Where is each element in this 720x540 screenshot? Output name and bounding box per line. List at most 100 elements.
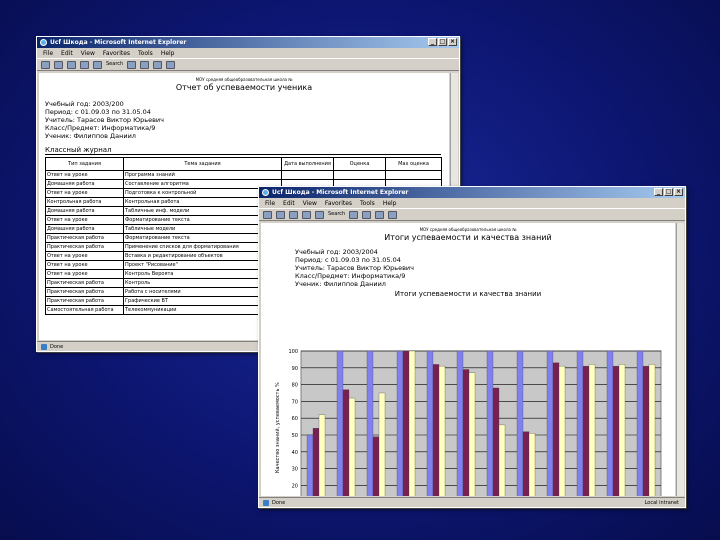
- info-teacher: Учитель: Тарасов Виктор Юрьевич: [295, 264, 414, 272]
- bar: [432, 364, 440, 496]
- col-header-max: Max оценка: [385, 157, 442, 171]
- search-button[interactable]: Search: [106, 61, 123, 69]
- info-year: Учебный год: 2003/2004: [295, 248, 378, 256]
- bar: [372, 436, 380, 496]
- menu-help[interactable]: Help: [161, 50, 175, 57]
- bar: [486, 350, 494, 496]
- col-header-grade: Оценка: [333, 157, 386, 171]
- menu-view[interactable]: View: [81, 50, 95, 57]
- bar: [492, 387, 500, 496]
- maximize-button[interactable]: □: [438, 38, 447, 46]
- favorites-icon[interactable]: [127, 60, 137, 69]
- bar: [408, 350, 416, 496]
- y-tick-label: 40: [292, 450, 298, 456]
- home-icon[interactable]: [93, 60, 102, 69]
- print-icon[interactable]: [388, 210, 398, 219]
- bar: [606, 350, 614, 496]
- table-cell: Ответ на уроке: [45, 188, 124, 198]
- menu-help[interactable]: Help: [383, 200, 397, 207]
- table-row: Ответ на уроке Программа знаний: [45, 170, 442, 180]
- info-year: Учебный год: 2003/200: [45, 100, 124, 108]
- stop-icon[interactable]: [289, 210, 298, 219]
- bar: [618, 364, 626, 496]
- table-cell: Ответ на уроке: [45, 215, 124, 225]
- menu-edit[interactable]: Edit: [283, 200, 295, 207]
- bar: [342, 389, 350, 496]
- close-button[interactable]: ×: [448, 38, 457, 46]
- info-class: Класс/Предмет: Информатика/9: [45, 124, 156, 132]
- back-icon[interactable]: [263, 210, 272, 219]
- bar: [336, 350, 344, 496]
- y-tick-label: 90: [292, 366, 298, 372]
- bar: [396, 350, 404, 496]
- mail-icon[interactable]: [375, 210, 385, 219]
- table-cell: Домашняя работа: [45, 224, 124, 234]
- close-button[interactable]: ×: [674, 188, 683, 196]
- minimize-button[interactable]: _: [428, 38, 437, 46]
- menu-file[interactable]: File: [265, 200, 275, 207]
- y-tick-label: 100: [288, 349, 298, 355]
- info-block: Учебный год: 2003/200 Период: с 01.09.03…: [45, 100, 449, 140]
- history-icon[interactable]: [362, 210, 372, 219]
- forward-icon[interactable]: [54, 60, 63, 69]
- search-button[interactable]: Search: [328, 211, 345, 219]
- toolbar: Search: [37, 58, 459, 71]
- bar: [468, 372, 476, 496]
- title-bar[interactable]: Ucf Шкода - Microsoft Internet Explorer …: [259, 187, 685, 198]
- bar: [648, 364, 656, 496]
- vertical-scrollbar[interactable]: [676, 223, 684, 496]
- table-cell: Ответ на уроке: [45, 269, 124, 279]
- home-icon[interactable]: [315, 210, 324, 219]
- menu-edit[interactable]: Edit: [61, 50, 73, 57]
- menu-file[interactable]: File: [43, 50, 53, 57]
- info-block: Учебный год: 2003/2004 Период: с 01.09.0…: [295, 248, 675, 288]
- table-cell: [385, 170, 442, 180]
- bar: [588, 364, 596, 496]
- favorites-icon[interactable]: [349, 210, 359, 219]
- menu-favorites[interactable]: Favorites: [325, 200, 352, 207]
- bar: [318, 414, 326, 496]
- back-icon[interactable]: [41, 60, 50, 69]
- bar: [546, 350, 554, 496]
- menu-view[interactable]: View: [303, 200, 317, 207]
- table-cell: Практическая работа: [45, 242, 124, 252]
- mail-icon[interactable]: [153, 60, 163, 69]
- maximize-button[interactable]: □: [664, 188, 673, 196]
- menu-favorites[interactable]: Favorites: [103, 50, 130, 57]
- browser-window-chart: Ucf Шкода - Microsoft Internet Explorer …: [258, 186, 686, 508]
- table-cell: Домашняя работа: [45, 179, 124, 189]
- menu-tools[interactable]: Tools: [138, 50, 153, 57]
- forward-icon[interactable]: [276, 210, 285, 219]
- page-content: МОУ средняя общеобразовательная школа № …: [261, 223, 675, 496]
- bar-chart: 01020304050607080901001 2 3 4 5 6 7 8 9 10 11 12: [288, 349, 662, 496]
- refresh-icon[interactable]: [302, 210, 311, 219]
- col-header-topic: Тема задания: [123, 157, 282, 171]
- status-bar: Done Local intranet: [259, 497, 685, 507]
- page-icon: [263, 499, 269, 506]
- page-icon: [41, 343, 47, 350]
- history-icon[interactable]: [140, 60, 150, 69]
- refresh-icon[interactable]: [80, 60, 89, 69]
- info-period: Период: с 01.09.03 по 31.05.04: [295, 256, 401, 264]
- print-icon[interactable]: [166, 60, 176, 69]
- bar: [498, 424, 506, 496]
- ie-icon: [262, 189, 269, 196]
- minimize-button[interactable]: _: [654, 188, 663, 196]
- y-axis-label: Качество знаний, успеваемость %: [275, 382, 281, 473]
- title-bar[interactable]: Ucf Шкода - Microsoft Internet Explorer …: [37, 37, 459, 48]
- info-teacher: Учитель: Тарасов Виктор Юрьевич: [45, 116, 164, 124]
- bar: [402, 350, 410, 496]
- status-text: Done: [272, 499, 286, 506]
- table-cell: Самостоятельная работа: [45, 305, 124, 315]
- table-cell: [281, 170, 334, 180]
- col-header-date: Дата выполнения: [281, 157, 334, 171]
- table-cell: Практическая работа: [45, 296, 124, 306]
- toolbar: Search: [259, 208, 685, 221]
- menu-tools[interactable]: Tools: [360, 200, 375, 207]
- bar: [312, 428, 320, 496]
- stop-icon[interactable]: [67, 60, 76, 69]
- col-header-type: Тип задания: [45, 157, 124, 171]
- bar: [642, 365, 650, 496]
- bar: [438, 365, 446, 496]
- bar: [462, 369, 470, 496]
